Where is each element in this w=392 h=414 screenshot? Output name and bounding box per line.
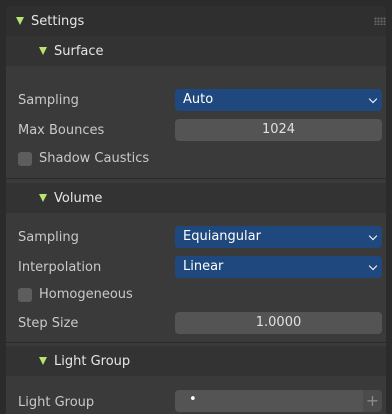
section-divider bbox=[6, 178, 386, 179]
homogeneous-label: Homogeneous bbox=[39, 287, 133, 302]
volume-sampling-value: Equiangular bbox=[183, 229, 261, 244]
add-light-group-button[interactable]: + bbox=[363, 390, 382, 412]
expand-triangle-icon bbox=[39, 357, 47, 365]
surface-sampling-label: Sampling bbox=[18, 93, 79, 108]
homogeneous-checkbox[interactable]: Homogeneous bbox=[18, 287, 133, 302]
checkbox-icon bbox=[18, 151, 32, 166]
max-bounces-label: Max Bounces bbox=[18, 123, 105, 138]
light-group-header[interactable]: Light Group bbox=[6, 346, 386, 376]
settings-title: Settings bbox=[31, 13, 85, 29]
volume-sampling-label: Sampling bbox=[18, 230, 79, 245]
surface-header[interactable]: Surface bbox=[6, 36, 386, 66]
light-group-title: Light Group bbox=[54, 353, 131, 369]
settings-panel: Settings Surface Sampling Auto Max Bounc… bbox=[6, 6, 386, 414]
surface-sampling-value: Auto bbox=[183, 92, 214, 107]
settings-header[interactable]: Settings bbox=[6, 6, 386, 36]
drag-grip-icon[interactable] bbox=[374, 17, 386, 25]
surface-title: Surface bbox=[54, 43, 104, 59]
interpolation-dropdown[interactable]: Linear bbox=[175, 256, 382, 278]
expand-triangle-icon bbox=[16, 17, 24, 25]
volume-sampling-dropdown[interactable]: Equiangular bbox=[175, 226, 382, 248]
section-divider bbox=[6, 342, 386, 343]
expand-triangle-icon bbox=[39, 47, 47, 55]
interpolation-value: Linear bbox=[183, 259, 224, 274]
shadow-caustics-checkbox[interactable]: Shadow Caustics bbox=[18, 151, 149, 166]
volume-header[interactable]: Volume bbox=[6, 183, 386, 213]
chevron-down-icon bbox=[368, 261, 378, 271]
checkbox-icon bbox=[18, 287, 32, 302]
shadow-caustics-label: Shadow Caustics bbox=[39, 151, 150, 166]
chevron-down-icon bbox=[368, 231, 378, 241]
light-group-label: Light Group bbox=[18, 395, 95, 410]
expand-triangle-icon bbox=[39, 194, 47, 202]
volume-title: Volume bbox=[54, 190, 103, 206]
step-size-field[interactable]: 1.0000 bbox=[175, 312, 382, 334]
surface-sampling-dropdown[interactable]: Auto bbox=[175, 89, 382, 111]
light-group-field[interactable]: • bbox=[175, 390, 363, 412]
step-size-label: Step Size bbox=[18, 316, 79, 331]
chevron-down-icon bbox=[368, 94, 378, 104]
interpolation-label: Interpolation bbox=[18, 260, 102, 275]
max-bounces-field[interactable]: 1024 bbox=[175, 119, 382, 141]
